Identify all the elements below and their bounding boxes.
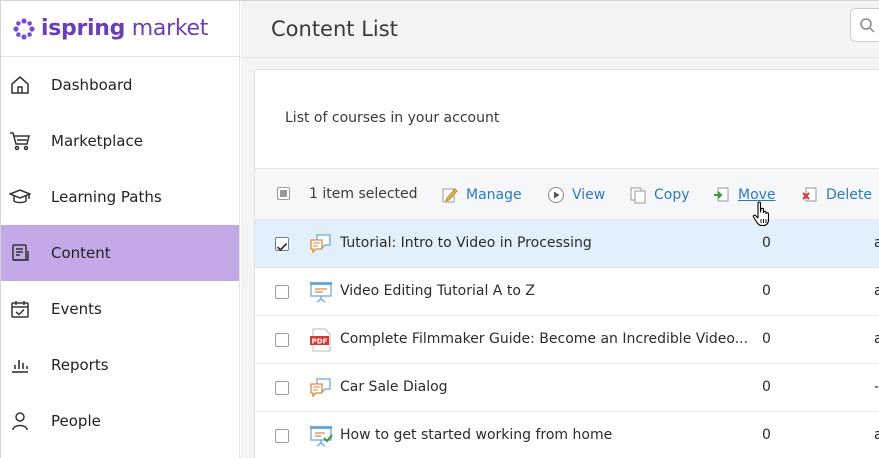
content-panel: List of courses in your account 1 item s…: [254, 69, 879, 458]
calendar-check-icon: [9, 298, 31, 320]
dialog-icon: [309, 376, 333, 400]
row-extra: a: [874, 283, 879, 299]
action-toolbar: 1 item selected Manage View Copy Move De…: [255, 168, 879, 220]
view-button[interactable]: View: [547, 184, 605, 206]
bar-chart-icon: [9, 354, 31, 376]
table-row[interactable]: Video Editing Tutorial A to Z 0 a: [255, 268, 879, 316]
document-icon: [9, 242, 31, 264]
row-extra: a: [874, 427, 879, 443]
sidebar-item-label: Reports: [51, 356, 109, 374]
dialog-icon: [309, 232, 333, 256]
row-checkbox[interactable]: [275, 333, 289, 347]
table-row[interactable]: How to get started working from home 0 a: [255, 412, 879, 458]
cart-icon: [9, 130, 31, 152]
manage-button[interactable]: Manage: [441, 184, 522, 206]
sidebar-item-people[interactable]: People: [1, 393, 239, 449]
play-icon: [547, 186, 565, 204]
row-title[interactable]: Complete Filmmaker Guide: Become an Incr…: [340, 331, 748, 347]
sidebar-item-reports[interactable]: Reports: [1, 337, 239, 393]
search-input[interactable]: [850, 8, 879, 42]
sidebar-item-events[interactable]: Events: [1, 281, 239, 337]
row-checkbox[interactable]: [275, 285, 289, 299]
sidebar-item-learning-paths[interactable]: Learning Paths: [1, 169, 239, 225]
quiz-presentation-icon: [309, 424, 333, 448]
person-icon: [9, 410, 31, 432]
logo[interactable]: ispring market: [1, 1, 239, 57]
row-count: 0: [762, 331, 771, 347]
row-title[interactable]: How to get started working from home: [340, 427, 612, 443]
panel-subtitle: List of courses in your account: [285, 110, 500, 126]
row-count: 0: [762, 379, 771, 395]
sidebar-item-label: Content: [51, 244, 111, 262]
sidebar-item-content[interactable]: Content: [1, 225, 239, 281]
row-extra: a: [874, 235, 879, 251]
sidebar-item-dashboard[interactable]: Dashboard: [1, 57, 239, 113]
copy-icon: [629, 186, 647, 204]
row-checkbox[interactable]: [275, 429, 289, 443]
logo-text: ispring market: [41, 16, 209, 41]
hand-cursor-icon: [752, 201, 770, 227]
svg-text:PDF: PDF: [312, 338, 328, 346]
row-extra: -: [874, 379, 879, 395]
sidebar-item-label: Dashboard: [51, 76, 133, 94]
delete-icon: [801, 186, 819, 204]
search-icon: [860, 18, 875, 33]
page-title: Content List: [271, 17, 398, 41]
table-row[interactable]: Tutorial: Intro to Video in Processing 0…: [255, 220, 879, 268]
home-icon: [9, 74, 31, 96]
row-title[interactable]: Tutorial: Intro to Video in Processing: [340, 235, 592, 251]
sidebar-item-label: Events: [51, 300, 102, 318]
sidebar-item-label: Marketplace: [51, 132, 143, 150]
table-row[interactable]: Car Sale Dialog 0 -: [255, 364, 879, 412]
edit-icon: [441, 186, 459, 204]
pdf-icon: PDF: [309, 328, 333, 352]
select-all-checkbox[interactable]: [277, 187, 290, 200]
row-count: 0: [762, 283, 771, 299]
row-checkbox[interactable]: [275, 381, 289, 395]
page-header: Content List: [241, 1, 879, 58]
graduation-cap-icon: [9, 186, 31, 208]
move-icon: [713, 186, 731, 204]
selection-count: 1 item selected: [309, 186, 418, 202]
sidebar-item-marketplace[interactable]: Marketplace: [1, 113, 239, 169]
delete-button[interactable]: Delete: [801, 184, 872, 206]
sidebar-item-label: People: [51, 412, 101, 430]
checkmark-icon: [276, 242, 288, 252]
copy-button[interactable]: Copy: [629, 184, 690, 206]
row-count: 0: [762, 235, 771, 251]
row-extra: a: [874, 331, 879, 347]
row-count: 0: [762, 427, 771, 443]
presentation-icon: [309, 280, 333, 304]
sidebar: ispring market Dashboard Marketplace Lea…: [1, 1, 240, 458]
row-checkbox[interactable]: [275, 237, 289, 252]
row-title[interactable]: Car Sale Dialog: [340, 379, 448, 395]
ispring-logo-icon: [13, 17, 35, 40]
sidebar-item-label: Learning Paths: [51, 188, 162, 206]
table-row[interactable]: PDF Complete Filmmaker Guide: Become an …: [255, 316, 879, 364]
row-title[interactable]: Video Editing Tutorial A to Z: [340, 283, 535, 299]
